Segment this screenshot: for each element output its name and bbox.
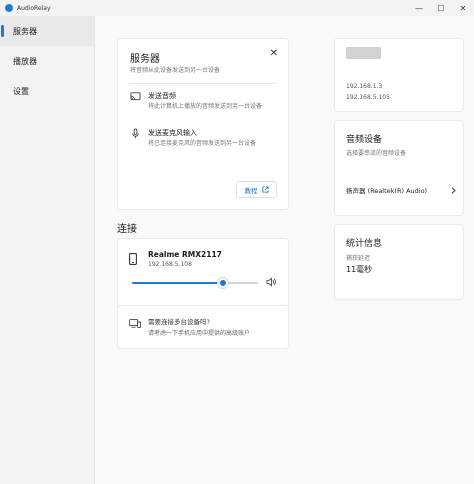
- sidebar-item-label: 服务器: [13, 26, 37, 36]
- audio-device-title: 音频设备: [346, 135, 383, 145]
- feature-description: 将此计算机上播放的音频发送到另一台设备: [148, 103, 263, 110]
- feature-title: 发送音频: [148, 92, 176, 100]
- statistics-title: 统计信息: [346, 239, 383, 249]
- audio-device-subtitle: 选择要串流的音频设备: [346, 150, 407, 157]
- sidebar-item-player[interactable]: 播放器: [0, 46, 94, 76]
- window-controls: — ☐ ✕: [408, 0, 474, 16]
- volume-slider-fill: [132, 282, 223, 284]
- close-icon[interactable]: ✕: [270, 48, 278, 59]
- server-card-title: 服务器: [130, 54, 160, 65]
- multi-device-icon: [129, 319, 141, 328]
- feature-title: 发送麦克风输入: [148, 129, 197, 137]
- ip-address-card: 192.168.1.3 192.168.5.105: [334, 38, 464, 112]
- redacted-hostname: [346, 47, 381, 59]
- multi-device-description: 请考虑一下手机应用中提供的高级账户: [148, 330, 251, 337]
- device-card[interactable]: Realme RMX2117 192.168.5.108: [117, 238, 289, 311]
- title-bar: AudioRelay — ☐ ✕: [0, 0, 474, 16]
- latency-value: 11毫秒: [346, 265, 373, 274]
- latency-label: 捕获延迟: [346, 255, 371, 262]
- statistics-card: 统计信息 捕获延迟 11毫秒: [334, 224, 464, 300]
- tutorial-button[interactable]: 教程: [236, 181, 277, 198]
- connection-section-title: 连接: [117, 224, 137, 235]
- cast-icon: [130, 92, 141, 101]
- close-button[interactable]: ✕: [452, 0, 474, 16]
- ip-address: 192.168.1.3: [346, 83, 383, 90]
- main-content: 服务器 将音频从此设备发送到另一台设备 ✕ 发送音频 将此计算机上播放的音频发送…: [94, 16, 474, 484]
- sidebar: 服务器 播放器 设置: [0, 16, 94, 484]
- multi-device-card[interactable]: 需要连接多台设备吗? 请考虑一下手机应用中提供的高级账户: [117, 305, 289, 349]
- device-name: Realme RMX2117: [148, 250, 222, 259]
- window-title: AudioRelay: [17, 4, 51, 12]
- audio-device-selector[interactable]: 扬声器 (Realtek(R) Audio): [346, 185, 456, 195]
- sidebar-item-label: 播放器: [13, 56, 37, 66]
- chevron-right-icon: [451, 186, 456, 194]
- external-link-icon: [261, 186, 269, 193]
- server-card: 服务器 将音频从此设备发送到另一台设备 ✕ 发送音频 将此计算机上播放的音频发送…: [117, 38, 289, 210]
- volume-slider[interactable]: [132, 278, 258, 288]
- speaker-icon[interactable]: [266, 277, 277, 287]
- multi-device-title: 需要连接多台设备吗?: [148, 318, 210, 326]
- feature-description: 将已连接麦克风的音频发送到另一台设备: [148, 140, 257, 147]
- divider: [130, 83, 276, 84]
- phone-icon: [129, 253, 137, 265]
- sidebar-item-server[interactable]: 服务器: [0, 16, 94, 46]
- microphone-icon: [132, 128, 139, 139]
- server-card-subtitle: 将音频从此设备发送到另一台设备: [130, 67, 221, 74]
- minimize-button[interactable]: —: [408, 0, 430, 16]
- volume-slider-thumb[interactable]: [217, 278, 228, 288]
- selected-audio-device: 扬声器 (Realtek(R) Audio): [346, 187, 428, 195]
- sidebar-item-settings[interactable]: 设置: [0, 76, 94, 106]
- audio-device-card: 音频设备 选择要串流的音频设备 扬声器 (Realtek(R) Audio): [334, 120, 464, 216]
- maximize-button[interactable]: ☐: [430, 0, 452, 16]
- tutorial-button-label: 教程: [244, 186, 258, 195]
- sidebar-item-label: 设置: [13, 86, 29, 96]
- device-ip: 192.168.5.108: [148, 261, 192, 268]
- app-logo-icon: [5, 4, 13, 12]
- ip-address: 192.168.5.105: [346, 94, 390, 101]
